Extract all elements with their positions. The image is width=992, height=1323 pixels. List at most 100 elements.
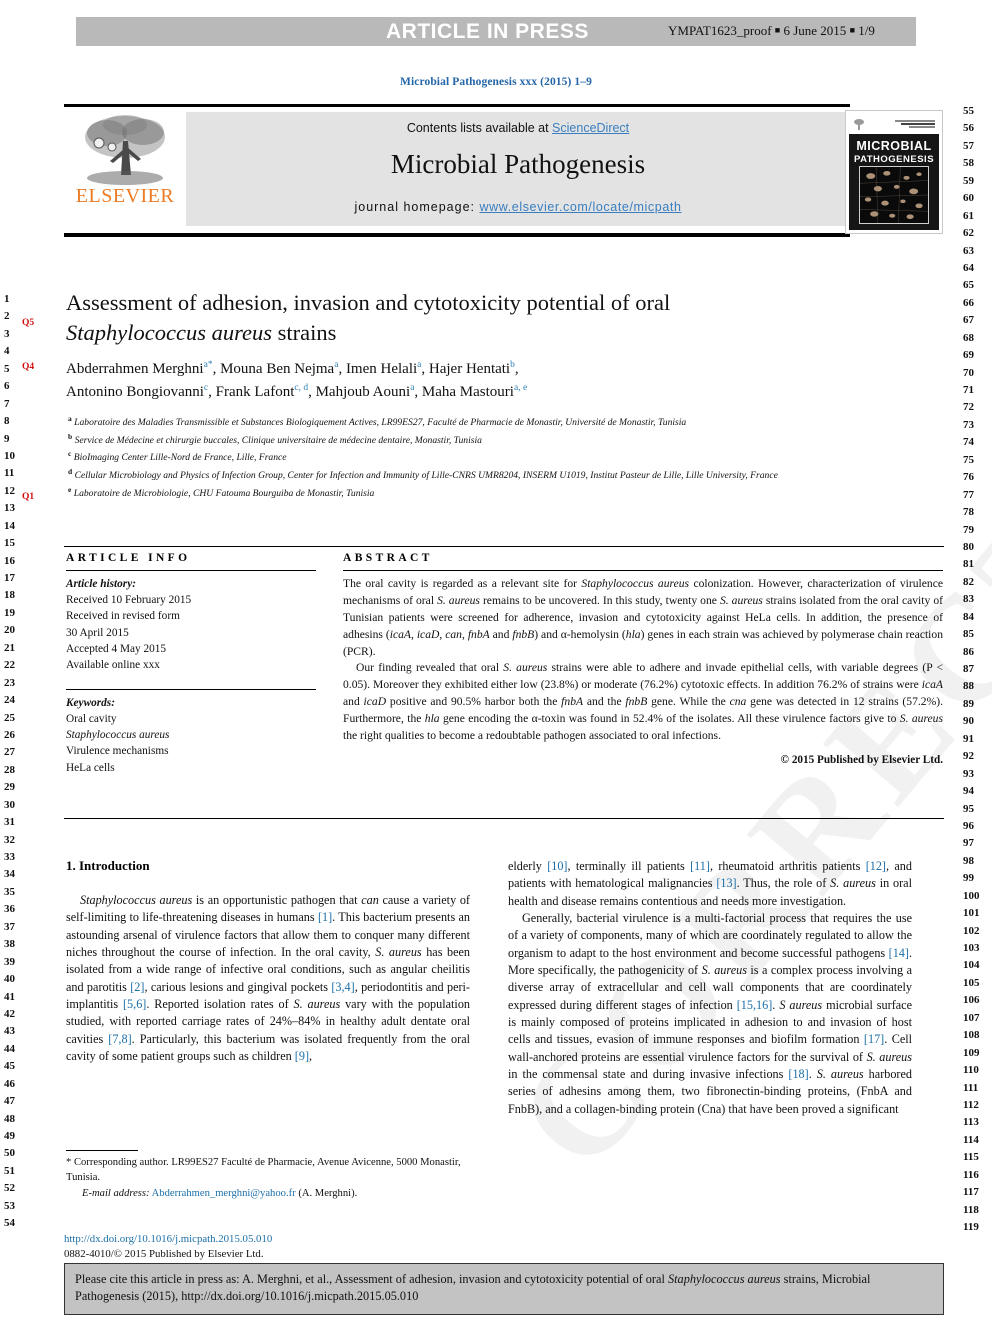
line-number: 108 xyxy=(963,1029,980,1042)
abstract-paragraph-2: Our finding revealed that oral S. aureus… xyxy=(343,661,943,742)
line-number: 15 xyxy=(4,537,15,550)
italic-term: icaA xyxy=(921,678,943,692)
line-number: 106 xyxy=(963,994,980,1007)
italic-term: can xyxy=(361,893,379,907)
contents-prefix: Contents lists available at xyxy=(406,121,553,135)
elsevier-logo: ELSEVIER xyxy=(64,107,186,233)
line-number: 102 xyxy=(963,924,980,937)
line-number: 103 xyxy=(963,942,980,954)
query-marker-q1[interactable]: Q1 xyxy=(22,492,34,502)
italic-term: S. aureus xyxy=(701,962,747,977)
line-number: 75 xyxy=(963,453,974,466)
line-number: 7 xyxy=(4,397,10,410)
keyword-item: HeLa cells xyxy=(66,761,115,774)
line-number: 9 xyxy=(4,432,10,445)
citation-reference[interactable]: [15,16] xyxy=(737,998,773,1012)
line-number: 52 xyxy=(4,1182,15,1195)
line-numbers-right: 55 56 57 58 59 60 61 62 63 64 65 66 67 68 69 70 71 72 73 74… xyxy=(963,103,989,1236)
line-number: 89 xyxy=(963,697,974,710)
query-marker-q5[interactable]: Q5 xyxy=(22,318,34,328)
author-affil-mark: b xyxy=(510,360,515,370)
line-number: 66 xyxy=(963,296,974,309)
line-number: 43 xyxy=(4,1025,15,1038)
line-number: 48 xyxy=(4,1112,15,1125)
journal-homepage-link[interactable]: www.elsevier.com/locate/micpath xyxy=(480,200,682,214)
citation-reference[interactable]: [7,8] xyxy=(108,1032,131,1046)
line-number: 11 xyxy=(4,467,15,480)
cover-title-line2: PATHOGENESIS xyxy=(853,154,935,165)
cover-mini-text-lines xyxy=(895,120,935,128)
line-number: 60 xyxy=(963,192,974,205)
keywords-block: Keywords: Oral cavity Staphylococcus aure… xyxy=(66,695,316,776)
citation-reference[interactable]: [10] xyxy=(547,859,567,873)
email-link[interactable]: Abderrahmen_merghni@yahoo.fr xyxy=(152,1188,296,1199)
line-number: 59 xyxy=(963,174,974,187)
keywords-rule xyxy=(66,688,316,691)
keyword-lines: Oral cavity Staphylococcus aureus Virulenc… xyxy=(66,711,316,776)
article-history-label: Article history: xyxy=(66,578,136,591)
author-affil-mark: a xyxy=(334,360,339,370)
citation-reference[interactable]: [2] xyxy=(130,980,144,994)
line-number: 90 xyxy=(963,715,974,728)
italic-term: cna xyxy=(729,695,747,709)
affiliation-item: a Laboratoire des Maladies Transmissible… xyxy=(68,414,687,429)
abstract-copyright: © 2015 Published by Elsevier Ltd. xyxy=(780,753,943,766)
article-info-column: ARTICLE INFO Article history: Received 1… xyxy=(66,552,316,776)
abstract-body: The oral cavity is regarded as a relevan… xyxy=(343,576,943,768)
line-number: 58 xyxy=(963,157,974,170)
contents-lists-line: Contents lists available at ScienceDirec… xyxy=(186,112,850,135)
line-number: 20 xyxy=(4,624,15,637)
line-number: 19 xyxy=(4,606,15,619)
citation-reference[interactable]: [18] xyxy=(788,1067,808,1081)
masthead-center-block: Contents lists available at ScienceDirec… xyxy=(186,112,850,226)
doi-block: http://dx.doi.org/10.1016/j.micpath.2015… xyxy=(64,1232,484,1263)
italic-term: icaD xyxy=(416,627,440,641)
body-column-left: 1. Introduction Staphylococcus aureus is… xyxy=(66,858,470,1065)
line-number: 105 xyxy=(963,976,980,989)
line-number: 79 xyxy=(963,523,974,536)
line-number: 65 xyxy=(963,279,974,292)
line-number: 115 xyxy=(963,1151,979,1164)
citation-reference[interactable]: [17] xyxy=(864,1032,884,1046)
italic-term: Staphylococcus aureus xyxy=(581,577,690,591)
line-number: 29 xyxy=(4,781,15,794)
line-number: 119 xyxy=(963,1221,979,1233)
issn-copyright-line: 0882-4010/© 2015 Published by Elsevier L… xyxy=(64,1248,264,1261)
line-number: 45 xyxy=(4,1060,15,1073)
citation-reference[interactable]: [9] xyxy=(295,1049,309,1063)
line-number: 41 xyxy=(4,990,15,1003)
line-number: 116 xyxy=(963,1168,979,1181)
line-number: 40 xyxy=(4,973,15,986)
abstract-rule xyxy=(343,570,943,572)
citation-reference[interactable]: [12] xyxy=(866,859,886,873)
line-number: 95 xyxy=(963,802,974,815)
line-number: 91 xyxy=(963,732,974,745)
line-number: 27 xyxy=(4,746,15,759)
sciencedirect-link[interactable]: ScienceDirect xyxy=(552,121,629,135)
line-number: 78 xyxy=(963,506,974,519)
line-number: 37 xyxy=(4,920,15,933)
elsevier-wordmark: ELSEVIER xyxy=(75,185,175,207)
line-number: 61 xyxy=(963,209,974,222)
citation-reference[interactable]: [5,6] xyxy=(123,997,146,1011)
article-in-press-banner: ARTICLE IN PRESS YMPAT1623_proof ■ 6 Jun… xyxy=(76,17,916,46)
citation-reference[interactable]: [1] xyxy=(318,910,332,924)
doi-link[interactable]: http://dx.doi.org/10.1016/j.micpath.2015… xyxy=(64,1233,272,1245)
citation-reference[interactable]: [14] xyxy=(889,946,909,960)
line-number: 10 xyxy=(4,449,15,462)
intro-paragraph-right-2: Generally, bacterial virulence is a mult… xyxy=(508,910,913,1116)
citation-reference[interactable]: [3,4] xyxy=(331,980,354,994)
affiliation-mark: a xyxy=(68,414,72,423)
line-number: 35 xyxy=(4,885,15,898)
query-marker-q4[interactable]: Q4 xyxy=(22,362,34,372)
line-number: 92 xyxy=(963,750,974,763)
citation-reference[interactable]: [11] xyxy=(690,859,710,873)
line-number: 34 xyxy=(4,868,15,881)
line-number: 113 xyxy=(963,1116,979,1129)
citation-reference[interactable]: [13] xyxy=(716,876,736,890)
line-number: 74 xyxy=(963,436,974,449)
author-name: Abderrahmen Merghni xyxy=(66,361,204,377)
title-species-name: Staphylococcus aureus xyxy=(66,319,272,345)
proof-page: 1/9 xyxy=(858,23,875,38)
author-name: Antonino Bongiovanni xyxy=(66,383,204,400)
